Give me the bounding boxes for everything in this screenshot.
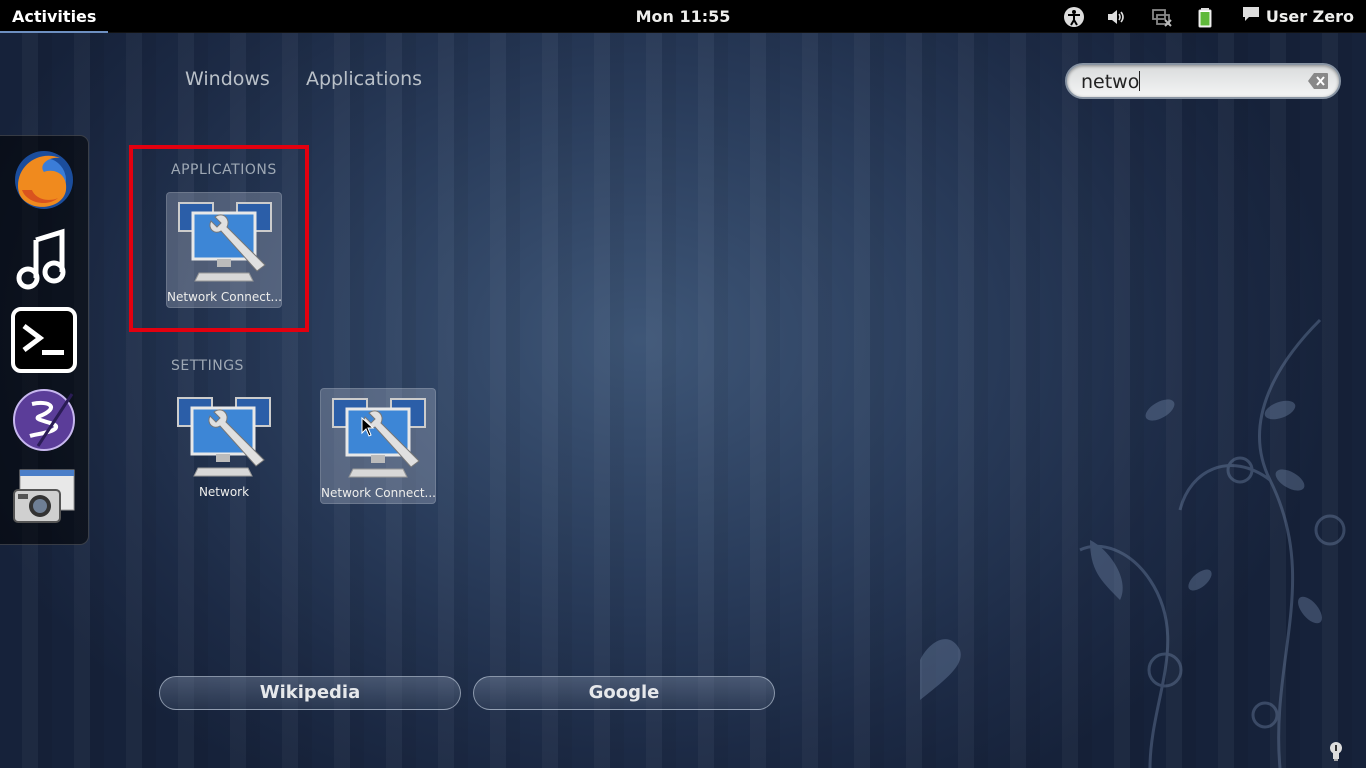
network-icon[interactable]: [1151, 6, 1173, 28]
tab-windows[interactable]: Windows: [185, 68, 270, 90]
result-label: Network Connect...: [321, 486, 435, 500]
network-settings-icon: [176, 394, 272, 480]
user-name: User Zero: [1265, 7, 1354, 26]
accessibility-icon[interactable]: [1063, 6, 1085, 28]
result-network-settings[interactable]: Network: [166, 388, 282, 504]
mouse-pointer-icon: [361, 417, 375, 437]
search-input[interactable]: netwo: [1065, 63, 1341, 99]
battery-icon[interactable]: [1194, 6, 1216, 28]
search-text: netwo: [1081, 71, 1140, 93]
wallpaper-decoration: [920, 318, 1346, 768]
user-menu[interactable]: User Zero: [1242, 0, 1354, 33]
activities-button[interactable]: Activities: [0, 0, 109, 33]
dash: [0, 135, 89, 545]
annotation-highlight-box: [129, 145, 309, 332]
result-label: Network: [198, 485, 250, 499]
clock[interactable]: Mon 11:55: [636, 7, 731, 26]
chat-icon: [1242, 0, 1260, 33]
top-panel: Activities Mon 11:55 User Zero: [0, 0, 1366, 33]
message-tray-icon[interactable]: [1326, 740, 1346, 762]
volume-icon[interactable]: [1105, 6, 1127, 28]
result-network-connections-settings[interactable]: Network Connect...: [320, 388, 436, 504]
rhythmbox-icon[interactable]: [10, 226, 78, 294]
emacs-icon[interactable]: [10, 386, 78, 454]
google-search-button[interactable]: Google: [473, 676, 775, 710]
tab-applications[interactable]: Applications: [306, 68, 422, 90]
settings-section-title: SETTINGS: [171, 358, 244, 374]
clear-search-icon[interactable]: [1307, 72, 1329, 90]
network-connections-icon: [331, 395, 427, 481]
text-caret: [1139, 71, 1141, 91]
terminal-icon[interactable]: [10, 306, 78, 374]
wikipedia-search-button[interactable]: Wikipedia: [159, 676, 461, 710]
firefox-icon[interactable]: [10, 146, 78, 214]
screenshot-icon[interactable]: [10, 466, 78, 534]
